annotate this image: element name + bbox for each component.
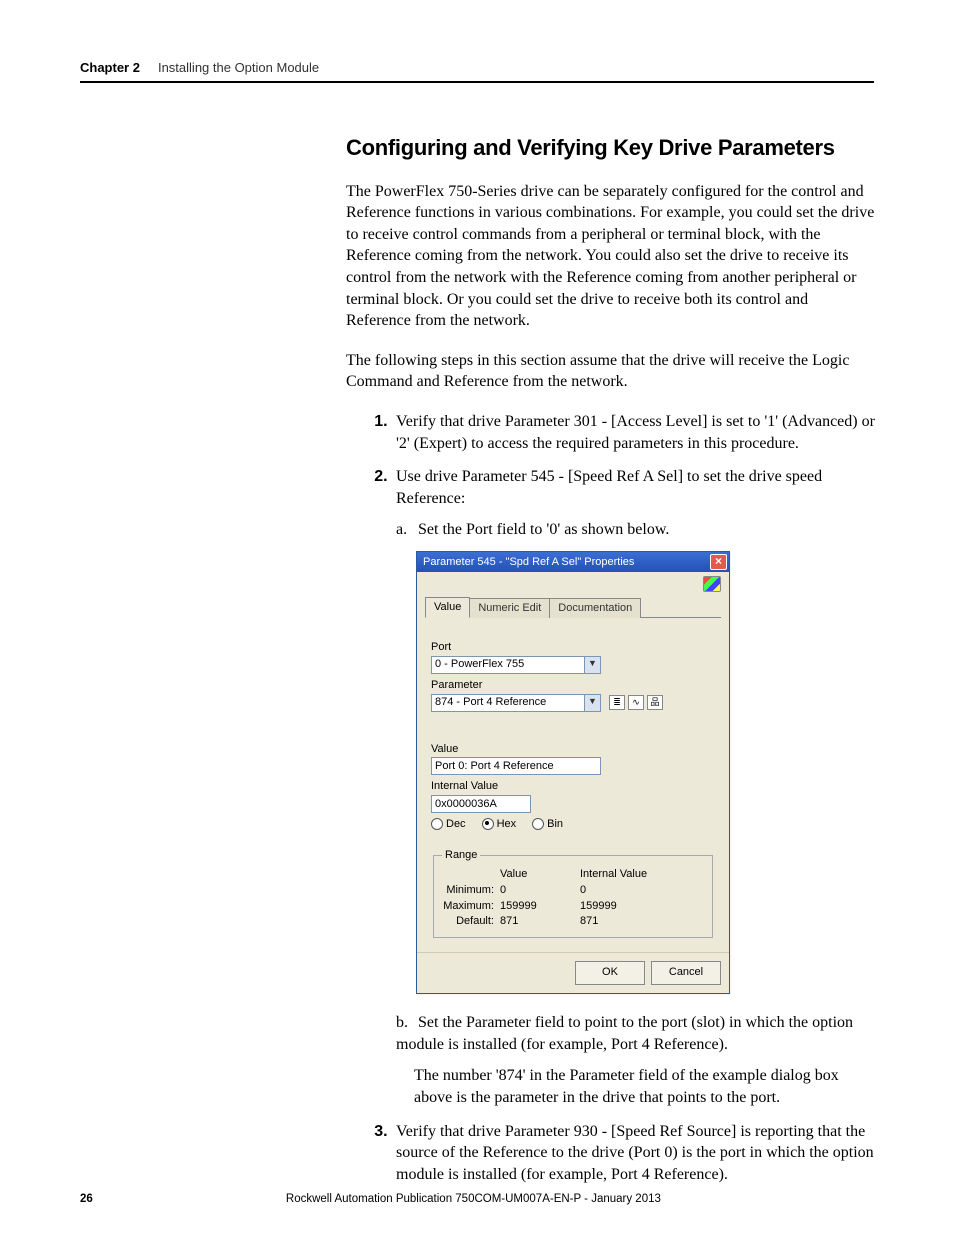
range-min-value: 0 xyxy=(500,883,580,898)
parameter-value: 874 - Port 4 Reference xyxy=(435,695,546,710)
tree-icon[interactable]: 品 xyxy=(647,695,663,710)
ok-button[interactable]: OK xyxy=(575,961,645,985)
tab-documentation[interactable]: Documentation xyxy=(549,598,641,618)
tab-value[interactable]: Value xyxy=(425,597,470,618)
intro-paragraph-1: The PowerFlex 750-Series drive can be se… xyxy=(346,181,876,332)
edit-icon[interactable]: ∿ xyxy=(628,695,644,710)
step-2-text: Use drive Parameter 545 - [Speed Ref A S… xyxy=(396,468,822,507)
port-combobox[interactable]: 0 - PowerFlex 755 ▼ xyxy=(431,656,601,674)
dialog-button-row: OK Cancel xyxy=(417,952,729,993)
step-2a-marker: a. xyxy=(396,519,414,541)
value-field-text: Port 0: Port 4 Reference xyxy=(435,759,554,774)
dialog-figure: Parameter 545 - "Spd Ref A Sel" Properti… xyxy=(416,551,876,994)
main-content: Configuring and Verifying Key Drive Para… xyxy=(346,133,876,1185)
palette-icon[interactable] xyxy=(703,576,721,592)
range-legend: Range xyxy=(442,848,480,863)
step-2a: a. Set the Port field to '0' as shown be… xyxy=(396,519,876,541)
range-default-value: 871 xyxy=(500,914,580,929)
step-1: Verify that drive Parameter 301 - [Acces… xyxy=(392,411,876,454)
parameter-combobox[interactable]: 874 - Port 4 Reference ▼ xyxy=(431,694,601,712)
radio-dec[interactable]: Dec xyxy=(431,817,466,832)
chevron-down-icon[interactable]: ▼ xyxy=(584,657,600,673)
chapter-label: Chapter 2 xyxy=(80,60,140,75)
internal-value-text: 0x0000036A xyxy=(435,797,497,812)
tab-numeric-edit[interactable]: Numeric Edit xyxy=(469,598,550,618)
dialog-title-text: Parameter 545 - "Spd Ref A Sel" Properti… xyxy=(423,552,634,572)
port-label: Port xyxy=(431,640,715,655)
publication-info: Rockwell Automation Publication 750COM-U… xyxy=(93,1193,854,1205)
parameter-label: Parameter xyxy=(431,678,715,693)
range-col-internal: Internal Value xyxy=(580,867,660,882)
page-number: 26 xyxy=(80,1193,93,1205)
internal-value-label: Internal Value xyxy=(431,779,715,794)
cancel-button[interactable]: Cancel xyxy=(651,961,721,985)
range-max-label: Maximum: xyxy=(442,899,500,914)
range-default-label: Default: xyxy=(442,914,500,929)
properties-dialog: Parameter 545 - "Spd Ref A Sel" Properti… xyxy=(416,551,730,994)
range-col-value: Value xyxy=(500,867,580,882)
step-2b-note: The number '874' in the Parameter field … xyxy=(414,1065,876,1108)
page-footer: 26 Rockwell Automation Publication 750CO… xyxy=(80,1193,874,1205)
dialog-titlebar: Parameter 545 - "Spd Ref A Sel" Properti… xyxy=(417,552,729,572)
step-2b-text: Set the Parameter field to point to the … xyxy=(396,1014,853,1053)
internal-value-field[interactable]: 0x0000036A xyxy=(431,795,531,813)
step-2b: b. Set the Parameter field to point to t… xyxy=(396,1012,876,1055)
step-1-text: Verify that drive Parameter 301 - [Acces… xyxy=(396,413,875,452)
radio-bin[interactable]: Bin xyxy=(532,817,563,832)
chevron-down-icon[interactable]: ▼ xyxy=(584,695,600,711)
chapter-title: Installing the Option Module xyxy=(158,60,319,75)
close-icon[interactable]: × xyxy=(710,554,727,570)
port-value: 0 - PowerFlex 755 xyxy=(435,657,524,672)
dialog-tabs: Value Numeric Edit Documentation xyxy=(425,596,721,618)
intro-paragraph-2: The following steps in this section assu… xyxy=(346,350,876,393)
value-label: Value xyxy=(431,742,715,757)
list-icon[interactable]: ≣ xyxy=(609,695,625,710)
radio-hex[interactable]: Hex xyxy=(482,817,517,832)
range-max-value: 159999 xyxy=(500,899,580,914)
step-2b-marker: b. xyxy=(396,1012,414,1034)
value-field: Port 0: Port 4 Reference xyxy=(431,757,601,775)
procedure-list: Verify that drive Parameter 301 - [Acces… xyxy=(366,411,876,1185)
page-header: Chapter 2 Installing the Option Module xyxy=(80,60,874,83)
range-min-label: Minimum: xyxy=(442,883,500,898)
step-2a-text: Set the Port field to '0' as shown below… xyxy=(418,521,669,538)
section-heading: Configuring and Verifying Key Drive Para… xyxy=(346,133,876,163)
range-min-internal: 0 xyxy=(580,883,660,898)
step-3: Verify that drive Parameter 930 - [Speed… xyxy=(392,1121,876,1186)
range-max-internal: 159999 xyxy=(580,899,660,914)
range-default-internal: 871 xyxy=(580,914,660,929)
range-group: Range Value Internal Value Minimum: 0 0 xyxy=(433,848,713,938)
step-3-text: Verify that drive Parameter 930 - [Speed… xyxy=(396,1123,874,1183)
step-2: Use drive Parameter 545 - [Speed Ref A S… xyxy=(392,466,876,1108)
radix-group: Dec Hex Bin xyxy=(431,817,715,832)
